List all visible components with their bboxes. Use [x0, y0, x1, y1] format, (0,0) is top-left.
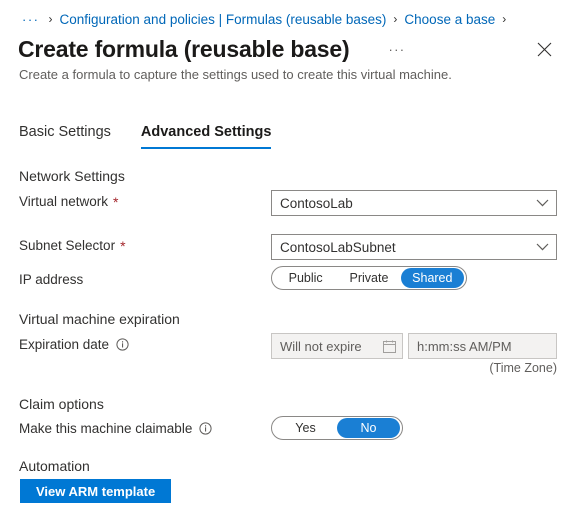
calendar-icon — [376, 340, 402, 353]
view-arm-template-button[interactable]: View ARM template — [20, 479, 171, 503]
page-subtitle: Create a formula to capture the settings… — [19, 67, 452, 82]
chevron-down-icon — [528, 199, 556, 207]
breadcrumb-separator-icon: › — [393, 12, 397, 26]
settings-tablist: Basic Settings Advanced Settings — [19, 124, 301, 149]
breadcrumb-ellipsis-button[interactable]: ··· — [20, 12, 42, 27]
title-row: Create formula (reusable base) ··· — [18, 34, 556, 66]
info-icon[interactable] — [116, 338, 129, 351]
virtual-network-dropdown[interactable]: ContosoLab — [271, 190, 557, 216]
ip-address-segmented-toggle[interactable]: Public Private Shared — [271, 266, 467, 290]
timezone-note: (Time Zone) — [489, 361, 557, 375]
required-indicator: * — [120, 239, 125, 253]
expiration-time-placeholder: h:mm:ss AM/PM — [409, 339, 556, 354]
section-heading-claim-options: Claim options — [19, 396, 104, 412]
label-subnet-selector-text: Subnet Selector — [19, 238, 115, 253]
label-expiration-date: Expiration date — [19, 337, 129, 352]
ip-address-option-public[interactable]: Public — [274, 268, 337, 288]
expiration-date-field[interactable]: Will not expire — [271, 333, 403, 359]
section-heading-vm-expiration: Virtual machine expiration — [19, 311, 180, 327]
tab-basic-settings[interactable]: Basic Settings — [19, 124, 111, 149]
claimable-option-yes[interactable]: Yes — [274, 418, 337, 438]
more-options-button[interactable]: ··· — [386, 38, 408, 60]
breadcrumb-separator-icon: › — [502, 12, 506, 26]
required-indicator: * — [113, 195, 118, 209]
breadcrumb: ··· › Configuration and policies | Formu… — [20, 9, 513, 29]
label-subnet-selector: Subnet Selector * — [19, 238, 126, 253]
page-title: Create formula (reusable base) — [18, 34, 349, 64]
label-virtual-network: Virtual network * — [19, 194, 119, 209]
ip-address-option-shared[interactable]: Shared — [401, 268, 464, 288]
expiration-time-field[interactable]: h:mm:ss AM/PM — [408, 333, 557, 359]
breadcrumb-separator-icon: › — [49, 12, 53, 26]
label-make-machine-claimable-text: Make this machine claimable — [19, 421, 192, 436]
claimable-option-no[interactable]: No — [337, 418, 400, 438]
label-ip-address: IP address — [19, 272, 83, 287]
virtual-network-selected-value: ContosoLab — [272, 196, 528, 211]
label-make-machine-claimable: Make this machine claimable — [19, 421, 212, 436]
breadcrumb-item-configuration-and-policies[interactable]: Configuration and policies | Formulas (r… — [60, 12, 387, 27]
label-expiration-date-text: Expiration date — [19, 337, 109, 352]
info-icon[interactable] — [199, 422, 212, 435]
close-button[interactable] — [532, 37, 556, 61]
label-ip-address-text: IP address — [19, 272, 83, 287]
breadcrumb-item-choose-a-base[interactable]: Choose a base — [404, 12, 495, 27]
expiration-date-value: Will not expire — [272, 339, 376, 354]
subnet-selector-selected-value: ContosoLabSubnet — [272, 240, 528, 255]
ip-address-option-private[interactable]: Private — [337, 268, 400, 288]
section-heading-automation: Automation — [19, 458, 90, 474]
subnet-selector-dropdown[interactable]: ContosoLabSubnet — [271, 234, 557, 260]
make-machine-claimable-toggle[interactable]: Yes No — [271, 416, 403, 440]
chevron-down-icon — [528, 243, 556, 251]
label-virtual-network-text: Virtual network — [19, 194, 108, 209]
section-heading-network-settings: Network Settings — [19, 168, 125, 184]
tab-advanced-settings[interactable]: Advanced Settings — [141, 124, 272, 149]
